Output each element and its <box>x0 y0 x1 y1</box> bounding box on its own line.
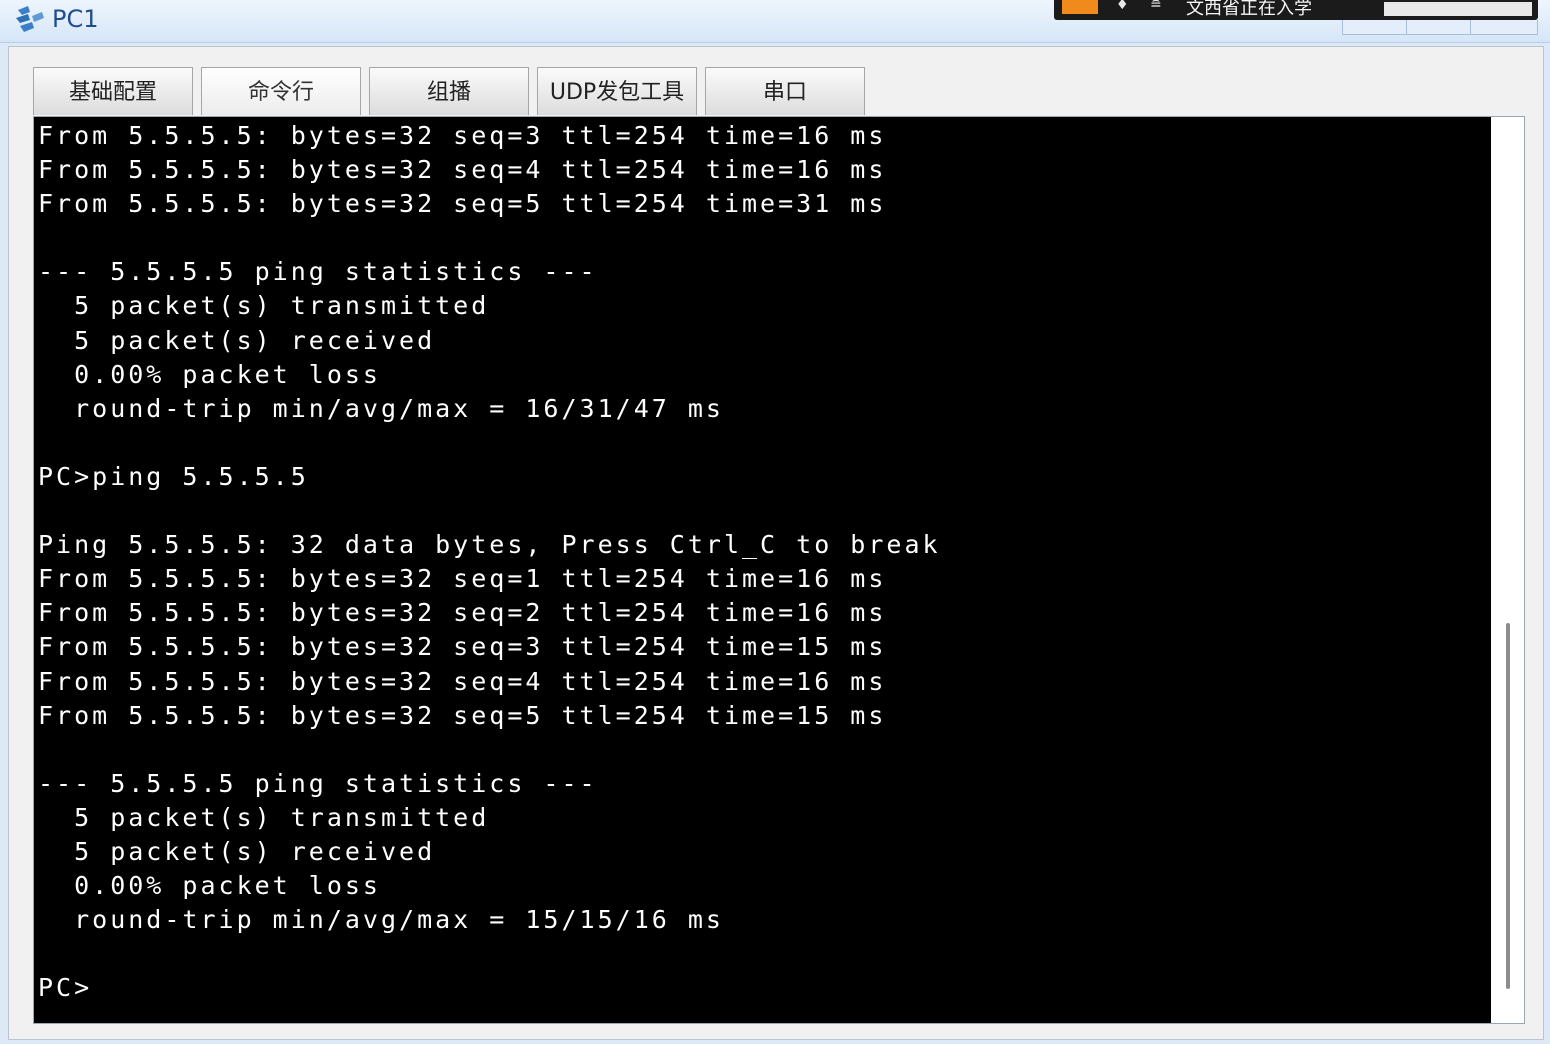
scrollbar-thumb[interactable] <box>1506 623 1510 989</box>
terminal-output: From 5.5.5.5: bytes=32 seq=3 ttl=254 tim… <box>34 117 1491 1005</box>
window-title: PC1 <box>52 5 99 33</box>
terminal-line: --- 5.5.5.5 ping statistics --- <box>38 768 598 798</box>
terminal-line: From 5.5.5.5: bytes=32 seq=2 ttl=254 tim… <box>38 598 887 628</box>
tab-serial[interactable]: 串口 <box>705 67 865 115</box>
terminal-line: PC>ping 5.5.5.5 <box>38 461 309 491</box>
minimize-button[interactable] <box>1342 20 1408 35</box>
terminal-line: 5 packet(s) transmitted <box>38 802 490 832</box>
terminal-line: From 5.5.5.5: bytes=32 seq=1 ttl=254 tim… <box>38 564 887 594</box>
signal-icon: ≘ <box>1150 0 1162 13</box>
overlay-thumbnail <box>1384 2 1532 16</box>
terminal-line: 5 packet(s) received <box>38 325 436 355</box>
terminal-line: round-trip min/avg/max = 15/15/16 ms <box>38 905 724 935</box>
network-pc-icon <box>16 6 44 32</box>
overlay-badge <box>1062 0 1098 14</box>
terminal-line: From 5.5.5.5: bytes=32 seq=5 ttl=254 tim… <box>38 189 887 219</box>
terminal-line: From 5.5.5.5: bytes=32 seq=4 ttl=254 tim… <box>38 666 887 696</box>
terminal-line: 0.00% packet loss <box>38 359 381 389</box>
terminal-frame: From 5.5.5.5: bytes=32 seq=3 ttl=254 tim… <box>33 116 1525 1024</box>
overlay-text: 文西省正在入学 <box>1186 0 1312 19</box>
terminal-line: round-trip min/avg/max = 16/31/47 ms <box>38 393 724 423</box>
terminal-line: From 5.5.5.5: bytes=32 seq=5 ttl=254 tim… <box>38 700 887 730</box>
terminal-line: Ping 5.5.5.5: 32 data bytes, Press Ctrl_… <box>38 530 941 560</box>
command-terminal[interactable]: From 5.5.5.5: bytes=32 seq=3 ttl=254 tim… <box>34 117 1491 1023</box>
terminal-line: From 5.5.5.5: bytes=32 seq=3 ttl=254 tim… <box>38 121 887 150</box>
terminal-line: PC> <box>38 973 93 1003</box>
tab-multicast[interactable]: 组播 <box>369 67 529 115</box>
terminal-line: From 5.5.5.5: bytes=32 seq=4 ttl=254 tim… <box>38 155 887 185</box>
tab-command-line[interactable]: 命令行 <box>201 67 361 115</box>
terminal-line: --- 5.5.5.5 ping statistics --- <box>38 257 598 287</box>
tab-udp-tool[interactable]: UDP发包工具 <box>537 67 697 115</box>
vertical-scrollbar[interactable] <box>1496 117 1523 1023</box>
location-icon: ♦ <box>1116 0 1129 13</box>
close-button[interactable] <box>1470 20 1538 35</box>
terminal-line: 0.00% packet loss <box>38 871 381 901</box>
terminal-line: 5 packet(s) received <box>38 836 436 866</box>
main-panel: 基础配置 命令行 组播 UDP发包工具 串口 From 5.5.5.5: byt… <box>8 46 1544 1040</box>
terminal-line: From 5.5.5.5: bytes=32 seq=3 ttl=254 tim… <box>38 632 887 662</box>
tab-basic-config[interactable]: 基础配置 <box>33 67 193 115</box>
title-bar: PC1 ♦ ≘ 文西省正在入学 <box>0 0 1550 43</box>
terminal-line: 5 packet(s) transmitted <box>38 291 490 321</box>
maximize-button[interactable] <box>1406 20 1472 35</box>
screen-share-overlay: ♦ ≘ 文西省正在入学 <box>1054 0 1538 20</box>
